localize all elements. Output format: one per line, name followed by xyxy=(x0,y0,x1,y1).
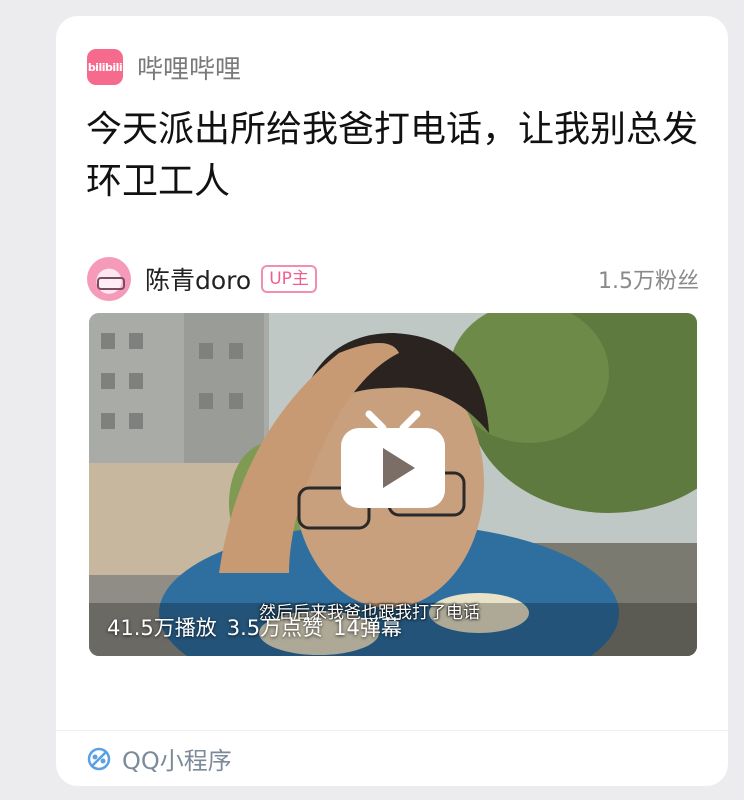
bilibili-logo-icon: bilibili xyxy=(87,49,123,85)
share-card[interactable]: bilibili 哔哩哔哩 今天派出所给我爸打电话，让我别总发环卫工人 陈青do… xyxy=(56,16,728,786)
author-name[interactable]: 陈青doro xyxy=(145,261,251,297)
app-name: 哔哩哔哩 xyxy=(137,54,242,85)
fans-count: 1.5万粉丝 xyxy=(598,269,699,294)
app-header: bilibili 哔哩哔哩 xyxy=(87,48,241,86)
danmaku-count: 14弹幕 xyxy=(333,616,402,640)
avatar[interactable] xyxy=(87,257,131,301)
play-icon[interactable] xyxy=(339,410,447,510)
like-count: 3.5万点赞 xyxy=(226,616,324,640)
qq-miniprogram-icon xyxy=(87,747,111,770)
footer[interactable]: QQ小程序 xyxy=(56,730,728,786)
video-thumbnail[interactable]: 然后后来我爸也跟我打了电话 41.5万播放 3.5万点赞 14弹幕 xyxy=(89,313,697,656)
author-row[interactable]: 陈青doro UP主 1.5万粉丝 xyxy=(87,256,699,302)
video-stats: 41.5万播放 3.5万点赞 14弹幕 xyxy=(107,612,402,642)
play-count: 41.5万播放 xyxy=(107,616,217,640)
footer-label: QQ小程序 xyxy=(122,747,232,775)
post-title[interactable]: 今天派出所给我爸打电话，让我别总发环卫工人 xyxy=(86,104,706,208)
up-badge: UP主 xyxy=(261,265,317,293)
